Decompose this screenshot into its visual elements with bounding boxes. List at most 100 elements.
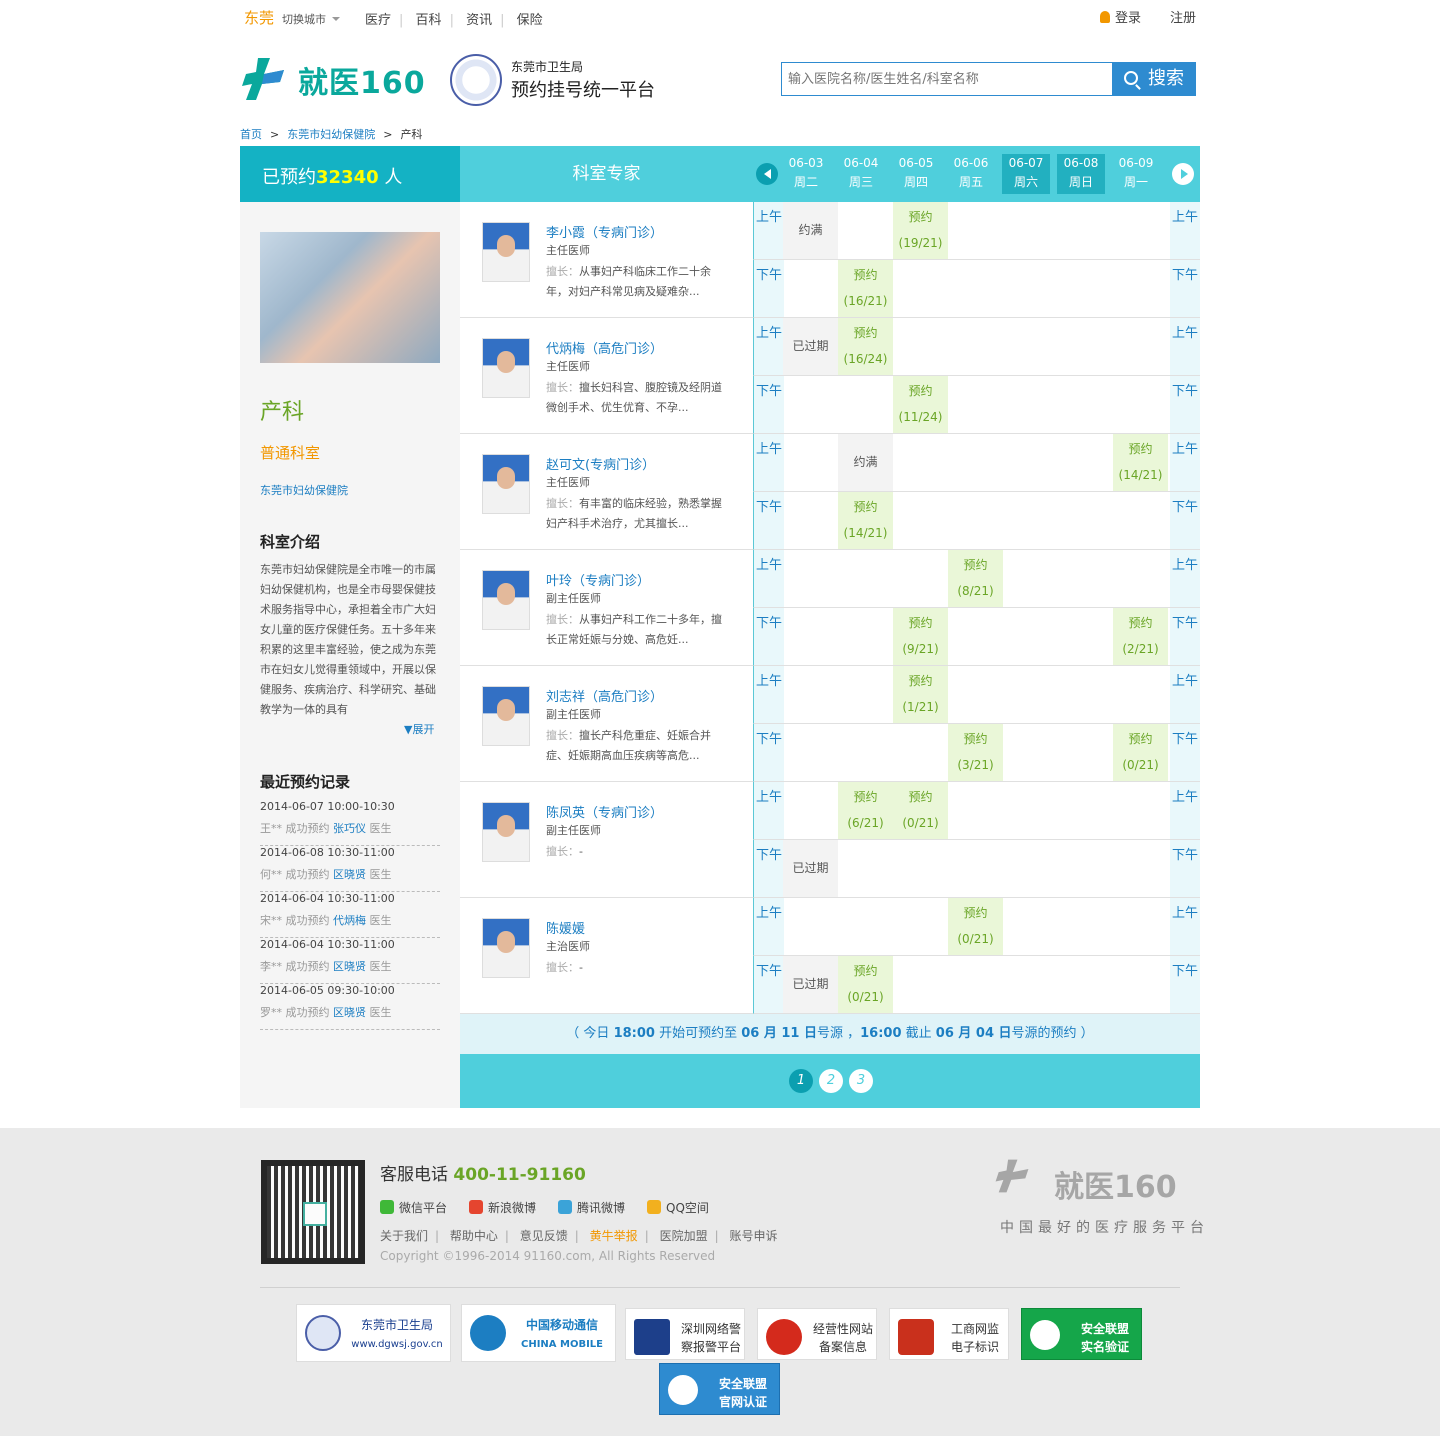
book-slot-button[interactable]: 预约 (3/21)	[948, 724, 1003, 781]
book-slot-button[interactable]: 预约 (0/21)	[838, 956, 893, 1013]
wechat-link[interactable]: 微信平台	[380, 1199, 447, 1216]
page-3[interactable]: 3	[849, 1069, 873, 1093]
brand-logo-text[interactable]: 就医160	[298, 58, 426, 102]
doctor-photo[interactable]	[482, 686, 530, 746]
badge-business[interactable]: 工商网监 电子标识	[889, 1308, 1009, 1360]
record-doctor-link[interactable]: 区晓贤	[333, 1006, 366, 1019]
doctor-name-link[interactable]: 李小霞（专病门诊）	[546, 222, 663, 241]
badge-official-site[interactable]: 安全联盟 官网认证	[659, 1363, 780, 1415]
period-label: 下午	[754, 608, 784, 665]
doctor-name-link[interactable]: 刘志祥（高危门诊）	[546, 686, 663, 705]
weibo-link[interactable]: 新浪微博	[469, 1199, 536, 1216]
register-link[interactable]: 注册	[1170, 7, 1196, 26]
hospital-link[interactable]: 东莞市妇幼保健院	[260, 482, 348, 498]
tencent-weibo-link[interactable]: 腾讯微博	[558, 1199, 625, 1216]
book-slot-button[interactable]: 预约 (8/21)	[948, 550, 1003, 607]
prev-week-icon[interactable]	[756, 163, 778, 185]
doctor-name-link[interactable]: 叶玲（专病门诊）	[546, 570, 650, 589]
badge-line1: 中国移动通信	[525, 1318, 598, 1332]
doctor-photo[interactable]	[482, 454, 530, 514]
doctor-title: 副主任医师	[546, 592, 601, 605]
doctor-name-link[interactable]: 陈凤英（专病门诊）	[546, 802, 663, 821]
hospital-join-link[interactable]: 医院加盟	[660, 1229, 708, 1243]
qzone-link[interactable]: QQ空间	[647, 1199, 709, 1216]
record-doctor-link[interactable]: 代炳梅	[333, 914, 366, 927]
breadcrumb-hospital[interactable]: 东莞市妇幼保健院	[287, 128, 375, 141]
nav-news[interactable]: 资讯	[466, 13, 492, 28]
help-link[interactable]: 帮助中心	[450, 1229, 498, 1243]
doctor-name-link[interactable]: 陈媛媛	[546, 918, 585, 937]
date-header-06-04[interactable]: 06-04 周三	[837, 154, 885, 194]
date-header-06-07[interactable]: 06-07 周六	[1002, 154, 1050, 194]
record-doctor-link[interactable]: 区晓贤	[333, 960, 366, 973]
slot-count: (0/21)	[902, 816, 939, 830]
book-slot-button[interactable]: 预约 (2/21)	[1113, 608, 1168, 665]
next-week-icon[interactable]	[1172, 163, 1194, 185]
qzone-label: QQ空间	[666, 1201, 709, 1215]
doctor-photo[interactable]	[482, 338, 530, 398]
nav-insurance[interactable]: 保险	[517, 13, 543, 28]
doctor-title: 副主任医师	[546, 824, 601, 837]
badge-line1: 深圳网络警	[680, 1322, 741, 1336]
book-slot-button[interactable]: 预约 (16/21)	[838, 260, 893, 317]
record-doctor-link[interactable]: 张巧仪	[333, 822, 366, 835]
feedback-link[interactable]: 意见反馈	[520, 1229, 568, 1243]
period-label: 下午	[754, 724, 784, 781]
book-slot-button[interactable]: 预约 (9/21)	[893, 608, 948, 665]
date-header-06-06[interactable]: 06-06 周五	[947, 154, 995, 194]
about-link[interactable]: 关于我们	[380, 1229, 428, 1243]
doctor-photo[interactable]	[482, 918, 530, 978]
schedule-row-pm: 下午 下午 预约 (14/21)	[753, 492, 1200, 550]
date-header-06-09[interactable]: 06-09 周一	[1112, 154, 1160, 194]
book-slot-button[interactable]: 预约 (19/21)	[893, 202, 948, 259]
breadcrumb-home[interactable]: 首页	[240, 128, 262, 141]
badge-china-mobile[interactable]: 中国移动通信 CHINA MOBILE	[461, 1304, 616, 1362]
badge-line1: 安全联盟	[1080, 1322, 1129, 1336]
account-appeal-link[interactable]: 账号申诉	[729, 1229, 777, 1243]
specialty-text: -	[579, 845, 583, 858]
book-slot-button[interactable]: 预约 (1/21)	[893, 666, 948, 723]
book-slot-button[interactable]: 预约 (6/21)	[838, 782, 893, 839]
expand-intro-link[interactable]: ▼展开	[404, 721, 434, 737]
scalper-report-link[interactable]: 黄牛举报	[590, 1229, 638, 1243]
doctor-photo[interactable]	[482, 802, 530, 862]
slot-count: (6/21)	[847, 816, 884, 830]
badge-real-name[interactable]: 安全联盟 实名验证	[1021, 1308, 1142, 1360]
book-slot-button[interactable]: 预约 (0/21)	[1113, 724, 1168, 781]
page-2[interactable]: 2	[819, 1069, 843, 1093]
schedule-row-am: 上午 上午 预约 (6/21) 预约 (0/21)	[753, 782, 1200, 840]
book-slot-button[interactable]: 预约 (11/24)	[893, 376, 948, 433]
record-detail: 罗** 成功预约 区晓贤 医生	[260, 1004, 392, 1020]
nav-wiki[interactable]: 百科	[416, 13, 442, 28]
date-header: 06-03 周二 06-04 周三 06-05 周四 06-06 周五 06-07 周六 06-08…	[753, 146, 1200, 202]
schedule-row-am: 上午 上午 预约 (0/21)	[753, 898, 1200, 956]
doctor-photo[interactable]	[482, 570, 530, 630]
doctor-name-link[interactable]: 代炳梅（高危门诊）	[546, 338, 663, 357]
badge-health-bureau[interactable]: 东莞市卫生局 www.dgwsj.gov.cn	[296, 1304, 451, 1362]
cross-logo-icon[interactable]	[240, 56, 286, 102]
book-slot-button[interactable]: 预约 (14/21)	[1113, 434, 1168, 491]
bureau-name: 东莞市卫生局	[511, 60, 584, 74]
footer-slogan: 中国最好的医疗服务平台	[1000, 1220, 1209, 1236]
doctor-photo[interactable]	[482, 222, 530, 282]
date-header-06-03[interactable]: 06-03 周二	[782, 154, 830, 194]
date-header-06-08[interactable]: 06-08 周日	[1057, 154, 1105, 194]
book-slot-button[interactable]: 预约 (16/24)	[838, 318, 893, 375]
search-input[interactable]	[781, 62, 1113, 96]
page-1[interactable]: 1	[789, 1069, 813, 1093]
badge-police[interactable]: 深圳网络警 察报警平台	[625, 1308, 745, 1360]
doctor-specialty: 擅长：擅长产科危重症、妊娠合并症、妊娠期高血压疾病等高危...	[546, 726, 732, 766]
book-slot-button[interactable]: 预约 (14/21)	[838, 492, 893, 549]
search-button[interactable]: 搜索	[1112, 62, 1196, 96]
nav-medical[interactable]: 医疗	[365, 13, 391, 28]
login-link[interactable]: 登录	[1100, 7, 1141, 26]
doctor-title: 副主任医师	[546, 708, 601, 721]
record-item: 2014-06-05 09:30-10:00 罗** 成功预约 区晓贤 医生	[260, 984, 440, 1030]
date-header-06-05[interactable]: 06-05 周四	[892, 154, 940, 194]
record-doctor-link[interactable]: 区晓贤	[333, 868, 366, 881]
book-slot-button[interactable]: 预约 (0/21)	[893, 782, 948, 839]
doctor-name-link[interactable]: 赵可文(专病门诊）	[546, 454, 655, 473]
book-slot-button[interactable]: 预约 (0/21)	[948, 898, 1003, 955]
badge-icp[interactable]: 经营性网站 备案信息	[757, 1308, 877, 1360]
switch-city-dropdown[interactable]: 切换城市	[282, 11, 340, 27]
